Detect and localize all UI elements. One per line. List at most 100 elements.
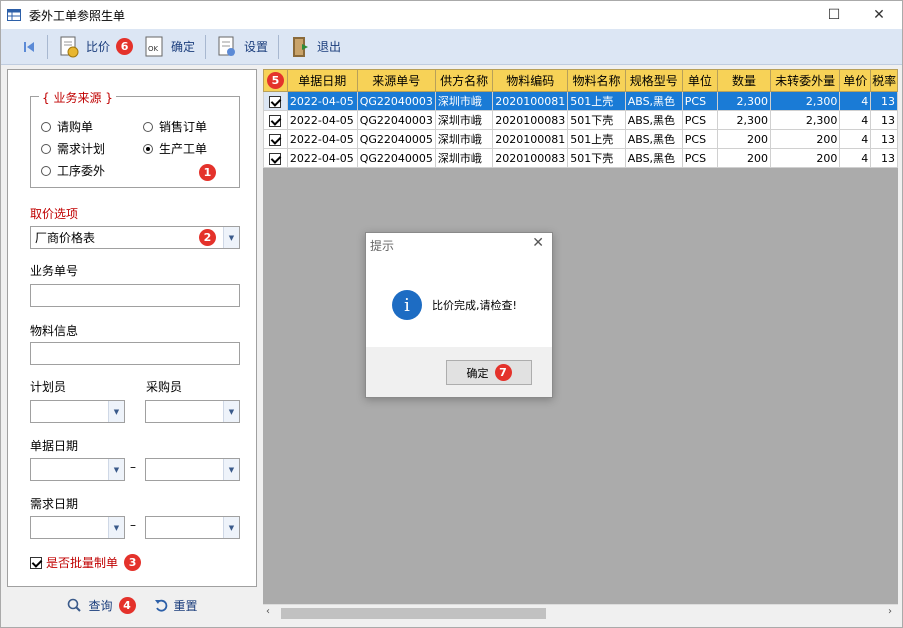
table-row[interactable]: 2022-04-05 QG22040005 深圳市峨 2020100081 501上壳 A… <box>263 129 898 149</box>
query-button[interactable]: 查询 4 <box>66 596 136 614</box>
reset-button[interactable]: 重置 <box>154 597 198 614</box>
row-checkbox-cell[interactable] <box>263 91 288 111</box>
table-cell[interactable]: ABS,黑色 <box>624 129 683 149</box>
table-cell[interactable]: 501上壳 <box>567 129 626 149</box>
table-row[interactable]: 2022-04-05 QG22040003 深圳市峨 2020100083 501下壳 A… <box>263 110 898 130</box>
table-cell[interactable]: 13 <box>870 129 898 149</box>
table-cell[interactable]: 2,300 <box>717 91 771 111</box>
demand-date-to[interactable]: ▼ <box>145 516 240 539</box>
table-cell[interactable]: 2020100083 <box>492 110 569 130</box>
table-cell[interactable]: 2022-04-05 <box>286 148 358 168</box>
column-header[interactable]: 单据日期 <box>286 69 358 92</box>
compare-price-button[interactable]: 比价 6 <box>54 33 137 61</box>
radio-process-outsource[interactable]: 工序委外 <box>41 162 105 179</box>
table-cell[interactable]: 200 <box>717 129 771 149</box>
table-cell[interactable]: 2022-04-05 <box>286 91 358 111</box>
table-cell[interactable]: 200 <box>717 148 771 168</box>
close-icon[interactable]: ✕ <box>857 1 901 29</box>
row-checkbox-cell[interactable] <box>263 129 288 149</box>
radio-production-order[interactable]: 生产工单 <box>143 140 207 157</box>
batch-checkbox[interactable] <box>30 556 42 569</box>
chevron-down-icon[interactable]: ▼ <box>223 459 239 480</box>
batch-checkbox-row[interactable]: 是否批量制单 3 <box>30 554 142 571</box>
table-cell[interactable]: 深圳市峨 <box>434 91 494 111</box>
column-header[interactable]: 供方名称 <box>434 69 494 92</box>
column-header[interactable]: 单位 <box>681 69 719 92</box>
chevron-down-icon[interactable]: ▼ <box>223 517 239 538</box>
table-cell[interactable]: ABS,黑色 <box>624 148 683 168</box>
column-header[interactable]: 税率 <box>870 69 898 92</box>
demand-date-from[interactable]: ▼ <box>30 516 125 539</box>
table-cell[interactable]: 2020100081 <box>492 91 569 111</box>
table-cell[interactable]: 501上壳 <box>567 91 626 111</box>
doc-date-to[interactable]: ▼ <box>145 458 240 481</box>
row-checkbox[interactable] <box>269 95 282 108</box>
table-cell[interactable]: QG22040005 <box>356 129 436 149</box>
settings-button[interactable]: 设置 <box>212 33 272 61</box>
dialog-ok-button[interactable]: 确定 7 <box>446 360 532 385</box>
row-checkbox-cell[interactable] <box>263 148 288 168</box>
table-row[interactable]: 2022-04-05 QG22040003 深圳市峨 2020100081 501上壳 A… <box>263 91 898 111</box>
buyer-select[interactable]: ▼ <box>145 400 240 423</box>
table-cell[interactable]: 2,300 <box>769 110 841 130</box>
biz-no-input[interactable] <box>30 284 240 307</box>
exit-button[interactable]: 退出 <box>285 33 345 61</box>
row-checkbox[interactable] <box>269 152 282 165</box>
table-cell[interactable]: PCS <box>681 91 719 111</box>
radio-purchase-request[interactable]: 请购单 <box>41 118 93 135</box>
table-cell[interactable]: PCS <box>681 148 719 168</box>
table-cell[interactable]: 4 <box>839 110 872 130</box>
table-cell[interactable]: 4 <box>839 129 872 149</box>
table-cell[interactable]: 4 <box>839 148 872 168</box>
table-cell[interactable]: 2022-04-05 <box>286 129 358 149</box>
column-header[interactable]: 规格型号 <box>624 69 683 92</box>
table-cell[interactable]: PCS <box>681 129 719 149</box>
table-cell[interactable]: 200 <box>769 129 841 149</box>
row-checkbox[interactable] <box>269 114 282 127</box>
table-cell[interactable]: 深圳市峨 <box>434 129 494 149</box>
chevron-down-icon[interactable]: ▼ <box>223 227 239 248</box>
chevron-down-icon[interactable]: ▼ <box>108 459 124 480</box>
scroll-right-icon[interactable]: › <box>888 606 892 617</box>
column-header[interactable]: 物料编码 <box>492 69 569 92</box>
column-header[interactable]: 单价 <box>839 69 872 92</box>
maximize-icon[interactable]: ☐ <box>812 1 856 29</box>
chevron-down-icon[interactable]: ▼ <box>108 517 124 538</box>
table-cell[interactable]: QG22040003 <box>356 110 436 130</box>
column-header[interactable]: 数量 <box>717 69 771 92</box>
table-cell[interactable]: 200 <box>769 148 841 168</box>
table-cell[interactable]: QG22040003 <box>356 91 436 111</box>
close-icon[interactable]: ✕ <box>532 235 544 251</box>
table-cell[interactable]: ABS,黑色 <box>624 91 683 111</box>
column-header[interactable]: 来源单号 <box>356 69 436 92</box>
doc-date-from[interactable]: ▼ <box>30 458 125 481</box>
row-checkbox-cell[interactable] <box>263 110 288 130</box>
radio-demand-plan[interactable]: 需求计划 <box>41 140 105 157</box>
table-cell[interactable]: 13 <box>870 91 898 111</box>
table-cell[interactable]: 2,300 <box>769 91 841 111</box>
first-record-button[interactable] <box>17 33 41 61</box>
price-option-select[interactable]: 厂商价格表 2 ▼ <box>30 226 240 249</box>
horizontal-scrollbar[interactable]: ‹ › <box>263 604 898 621</box>
table-cell[interactable]: QG22040005 <box>356 148 436 168</box>
scrollbar-thumb[interactable] <box>281 608 546 619</box>
header-checkbox-cell[interactable]: 5 <box>263 69 288 92</box>
table-cell[interactable]: 501下壳 <box>567 148 626 168</box>
table-cell[interactable]: ABS,黑色 <box>624 110 683 130</box>
table-cell[interactable]: 深圳市峨 <box>434 148 494 168</box>
table-cell[interactable]: PCS <box>681 110 719 130</box>
chevron-down-icon[interactable]: ▼ <box>223 401 239 422</box>
planner-select[interactable]: ▼ <box>30 400 125 423</box>
scroll-left-icon[interactable]: ‹ <box>266 606 270 617</box>
row-checkbox[interactable] <box>269 133 282 146</box>
table-row[interactable]: 2022-04-05 QG22040005 深圳市峨 2020100083 501下壳 A… <box>263 148 898 168</box>
table-cell[interactable]: 2020100081 <box>492 129 569 149</box>
chevron-down-icon[interactable]: ▼ <box>108 401 124 422</box>
column-header[interactable]: 未转委外量 <box>769 69 841 92</box>
table-cell[interactable]: 13 <box>870 148 898 168</box>
table-cell[interactable]: 501下壳 <box>567 110 626 130</box>
material-input[interactable] <box>30 342 240 365</box>
table-cell[interactable]: 2020100083 <box>492 148 569 168</box>
radio-sales-order[interactable]: 销售订单 <box>143 118 207 135</box>
confirm-button[interactable]: OK 确定 <box>139 33 199 61</box>
